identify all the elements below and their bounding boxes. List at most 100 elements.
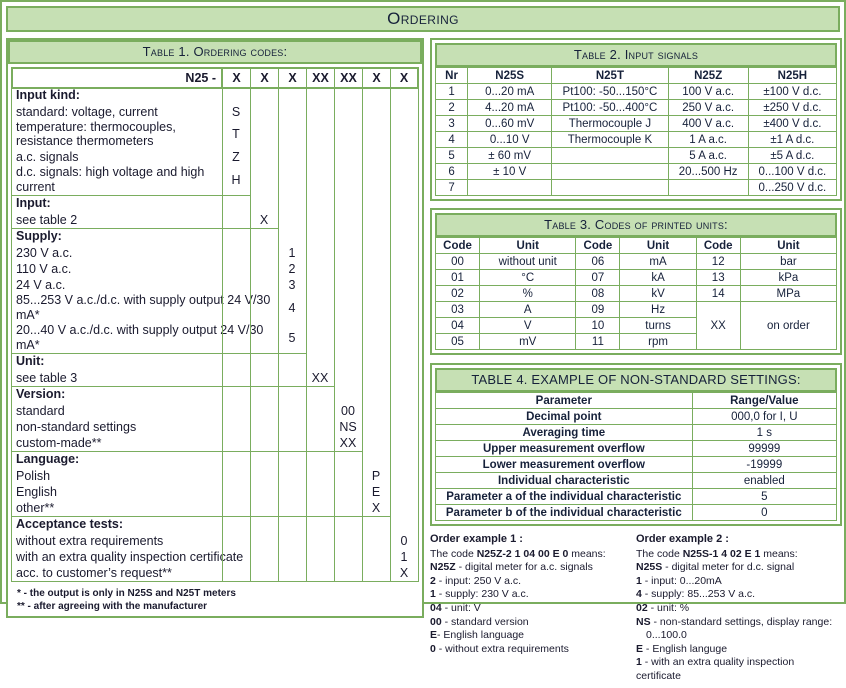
section-row: with an extra quality inspection certifi… (12, 549, 418, 565)
code-cell-6: X (363, 69, 391, 87)
table-cell: 400 V a.c. (667, 115, 749, 132)
table1-code-row: N25 - X X X XX XX X X (11, 67, 419, 89)
order-line-code: E (430, 629, 438, 642)
section-title: Version: (16, 387, 66, 401)
table-cell: 08 (575, 285, 621, 302)
table-cell (667, 179, 749, 196)
order-line-code: 0 (430, 642, 436, 655)
order-example-line: 0 - without extra requirements (430, 642, 569, 655)
column-header: Range/Value (691, 392, 838, 409)
section-row: without extra requirements 0 (12, 533, 418, 549)
table-row: 5 ± 60 mV 5 A a.c. ±5 A d.c. (434, 147, 838, 164)
table-cell: 1 A a.c. (667, 131, 749, 148)
table-cell: Pt100: -50...400°C (551, 99, 669, 116)
table-row: 2 4...20 mA Pt100: -50...400°C 250 V a.c. ±2… (434, 99, 838, 116)
order-example-line: N25Z - digital meter for a.c. signals (430, 561, 593, 574)
order-example-line: 00 - standard version (430, 615, 529, 628)
column-header: Code (434, 237, 481, 254)
section-row-code: 2 (288, 261, 296, 276)
section-row-code: Z (232, 149, 240, 164)
order-line-code: 1 (636, 574, 642, 587)
section-row-code: P (371, 468, 381, 483)
table-cell: Individual characteristic (435, 472, 693, 489)
section-row-label: without extra requirements (16, 533, 164, 548)
column-header: Unit (619, 237, 697, 254)
table-cell: 1 s (691, 424, 838, 441)
table-cell: 05 (434, 333, 481, 350)
table1-section: Input kind: standard: voltage, current Ste… (11, 87, 251, 196)
order-code: N25S-1 4 02 E 1 (682, 547, 761, 560)
table-row: Upper measurement overflow 99999 (435, 440, 838, 457)
order-example-line: 04 - unit: V (430, 601, 481, 614)
table-row: 03 A 09 Hz XX on order (434, 301, 838, 350)
table-cell: 5 (434, 147, 469, 164)
section-row-label: temperature: thermocouples, resistance th… (16, 120, 176, 148)
table-cell: kV (619, 285, 697, 302)
section-row-label: standard (16, 403, 65, 418)
order-example-title: Order example 2 : (636, 533, 729, 545)
section-row-label: acc. to customer’s request** (16, 565, 172, 580)
table1-footnotes: * - the output is only in N25S and N25T … (11, 581, 419, 613)
table-cell: % (479, 285, 577, 302)
section-title: Supply: (16, 229, 62, 243)
section-row-label: d.c. signals: high voltage and high curr… (16, 165, 205, 194)
table-cell (467, 179, 553, 196)
table4-heading: TABLE 4. EXAMPLE OF NON-STANDARD SETTING… (435, 368, 837, 392)
table-cell: 0...10 V (467, 131, 553, 148)
table1-section: Unit: see table 3 XX (11, 353, 335, 387)
table-row: Decimal point 000,0 for I, U (435, 408, 838, 425)
order-line-code: 4 (636, 588, 642, 601)
table-row: Individual characteristic enabled (435, 472, 838, 489)
table-cell: Thermocouple K (551, 131, 669, 148)
section-row-code: 4 (288, 300, 296, 315)
column-header: N25H (747, 67, 838, 84)
table-cell: 4 (434, 131, 469, 148)
table3-grid: Code Unit Code Unit Code Unit 00 without unit 06… (434, 237, 838, 350)
table-cell: 250 V a.c. (667, 99, 749, 116)
order-example: Order example 2 : The code N25S-1 4 02 E … (636, 533, 842, 684)
section-row-code: E (371, 484, 381, 499)
order-example: Order example 1 : The code N25Z-2 1 04 00… (430, 533, 636, 684)
order-code: N25Z-2 1 04 00 E 0 (476, 547, 569, 560)
section-row-label: a.c. signals (16, 149, 79, 164)
column-guide (418, 87, 419, 582)
table-cell: 02 (434, 285, 481, 302)
section-row: 20...40 V a.c./d.c. with supply output 2… (12, 323, 306, 353)
table-cell: ±400 V d.c. (747, 115, 838, 132)
table-cell: 06 (575, 253, 621, 270)
section-title: Language: (16, 452, 80, 466)
table-cell: Averaging time (435, 424, 693, 441)
section-row-code: 5 (288, 330, 296, 345)
section-title: Unit: (16, 354, 45, 368)
column-header: N25T (551, 67, 669, 84)
section-row: non-standard settings NS (12, 419, 362, 435)
table-cell: turns (619, 317, 697, 334)
order-line-code: N25Z (430, 561, 456, 574)
section-row: 230 V a.c. 1 (12, 245, 306, 261)
section-row: a.c. signals Z (12, 149, 250, 165)
table-cell: Parameter b of the individual characteri… (435, 504, 693, 521)
section-row-label: 85...253 V a.c./d.c. with supply output … (16, 293, 271, 322)
order-line-code: E (636, 642, 644, 655)
section-row: d.c. signals: high voltage and high curr… (12, 165, 250, 195)
section-row: other** X (12, 500, 390, 516)
section-row: custom-made** XX (12, 435, 362, 451)
table-cell: 2 (434, 99, 469, 116)
section-row-label: non-standard settings (16, 419, 137, 434)
table-header-row: Parameter Range/Value (435, 392, 838, 409)
table-cell: kA (619, 269, 697, 286)
section-row: 24 V a.c. 3 (12, 277, 306, 293)
order-example-code-line: The code N25S-1 4 02 E 1 means: (636, 547, 798, 560)
section-row-code: X (399, 565, 409, 580)
section-row-code: X (259, 212, 269, 227)
table-cell: 000,0 for I, U (691, 408, 838, 425)
section-row-code: X (371, 500, 381, 515)
section-row: temperature: thermocouples, resistance th… (12, 120, 250, 149)
column-header: Nr (434, 67, 469, 84)
table-row: Parameter a of the individual characteri… (435, 488, 838, 505)
section-row: English E (12, 484, 390, 500)
section-row: 110 V a.c. 2 (12, 261, 306, 277)
code-cell-3: X (279, 69, 307, 87)
table-cell: 6 (434, 163, 469, 180)
table-cell: mA (619, 253, 697, 270)
